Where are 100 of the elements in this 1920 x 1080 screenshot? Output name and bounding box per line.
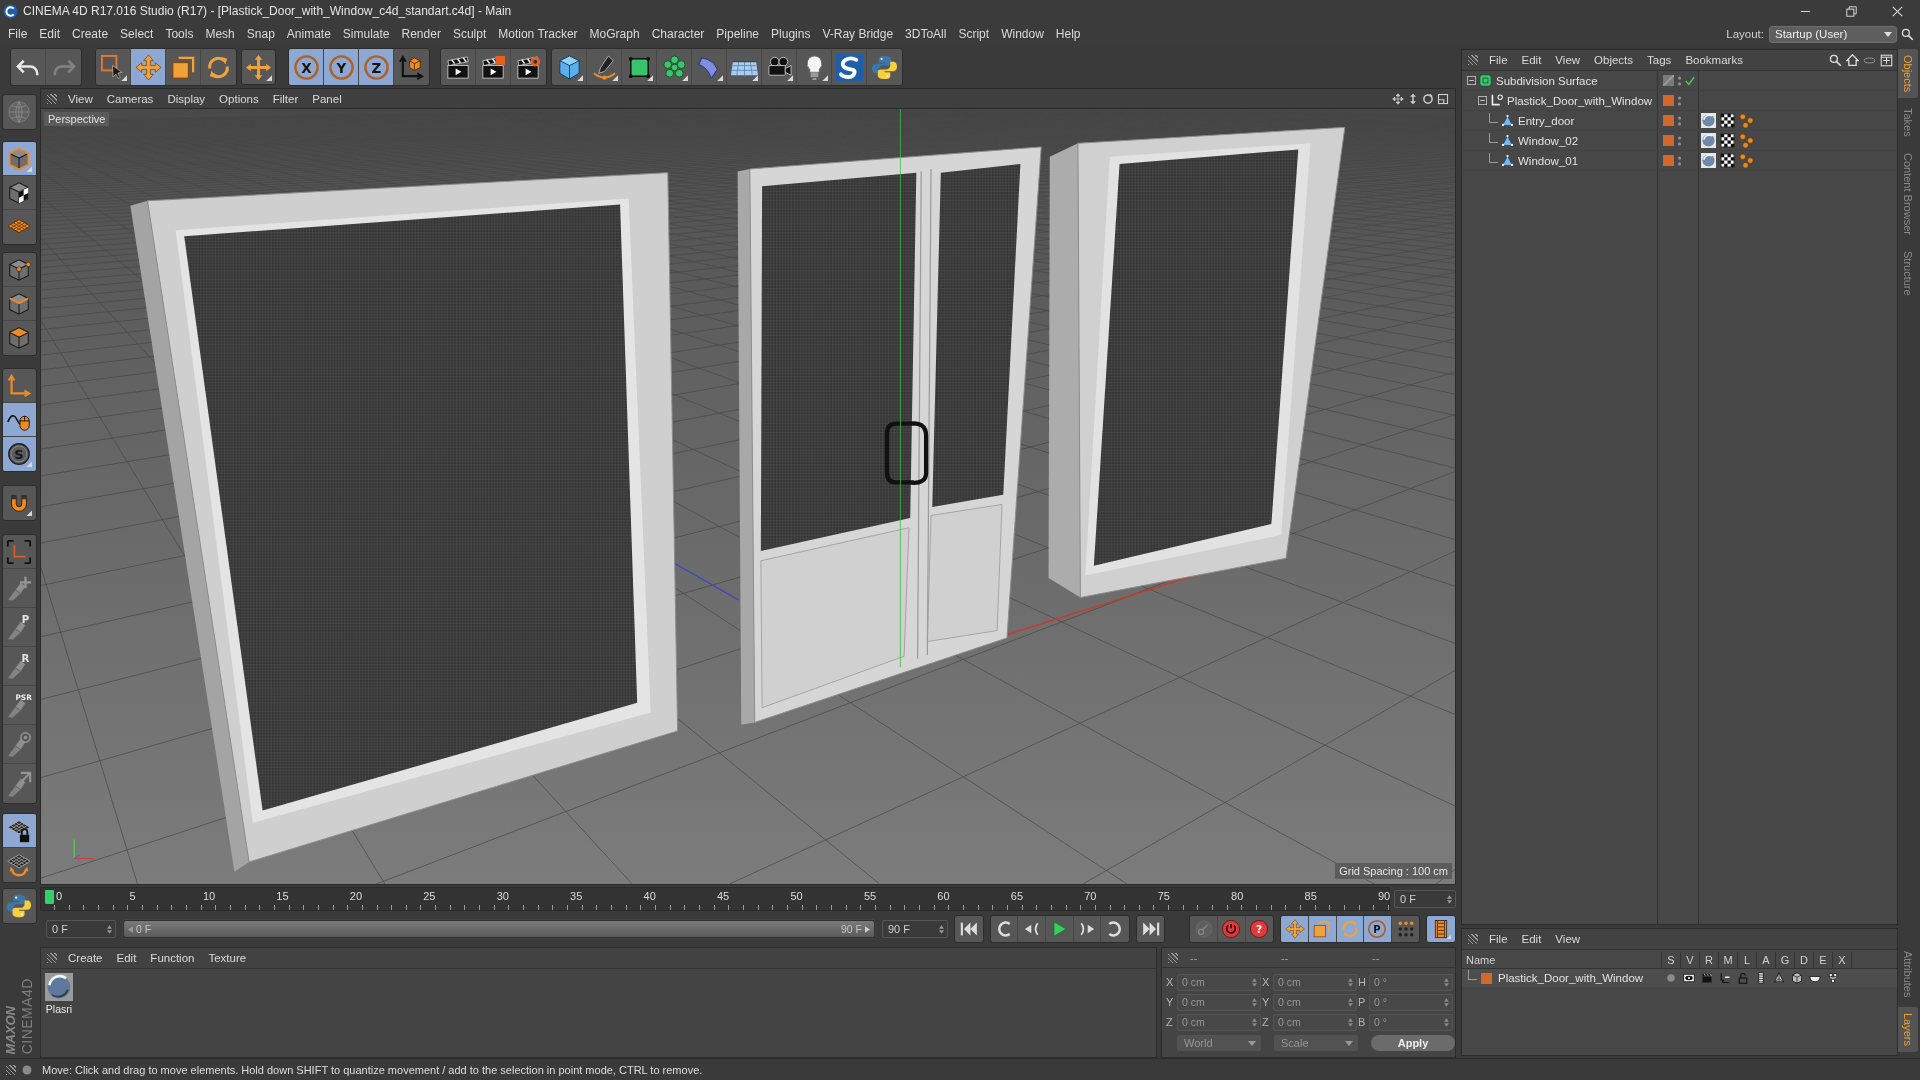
- column-header[interactable]: M: [1719, 952, 1738, 968]
- object-row[interactable]: Window_02: [1462, 131, 1897, 151]
- side-tab[interactable]: Layers: [1898, 1006, 1918, 1052]
- start-frame-field[interactable]: 0 F: [46, 920, 116, 938]
- spinner-icon[interactable]: [939, 924, 944, 934]
- column-header[interactable]: Name: [1462, 952, 1662, 968]
- menu-item[interactable]: Character: [645, 25, 711, 43]
- menu-item[interactable]: Select: [114, 25, 160, 43]
- visibility-dots-icon[interactable]: [1677, 74, 1682, 87]
- grip-icon[interactable]: [1468, 934, 1478, 944]
- menu-item[interactable]: Render: [395, 25, 447, 43]
- column-header[interactable]: E: [1814, 952, 1833, 968]
- door-model[interactable]: [737, 146, 1042, 725]
- column-header[interactable]: G: [1776, 952, 1795, 968]
- menu-item[interactable]: Function: [143, 950, 202, 966]
- menu-item[interactable]: File: [2, 25, 34, 43]
- menu-item[interactable]: Create: [66, 25, 115, 43]
- grip-icon[interactable]: [1168, 952, 1178, 963]
- menu-item[interactable]: Edit: [33, 25, 67, 43]
- three-dots-icon[interactable]: [1739, 133, 1754, 148]
- go-to-start-button[interactable]: [954, 915, 984, 943]
- menu-item[interactable]: Edit: [1514, 52, 1549, 68]
- column-header[interactable]: V: [1681, 952, 1700, 968]
- cube-icon[interactable]: [1791, 972, 1803, 984]
- timeline-ruler[interactable]: 0 5 10 15 20 25 30 35 40 45 50 55 60 65 70 75 80 85 90: [40, 887, 1390, 911]
- layer-color-icon[interactable]: [1663, 135, 1674, 146]
- lock-workplane-button[interactable]: [2, 814, 36, 848]
- solo-dot-icon[interactable]: [1665, 972, 1677, 984]
- menu-item[interactable]: View: [1548, 931, 1588, 947]
- layer-row[interactable]: Plastick_Door_with_Window: [1462, 969, 1897, 987]
- grip-icon[interactable]: [47, 93, 57, 104]
- playhead-marker[interactable]: [45, 890, 54, 904]
- key-scale-button[interactable]: [1308, 916, 1337, 942]
- object-row[interactable]: Subdivision Surface: [1462, 71, 1897, 91]
- collapse-toggle-icon[interactable]: [1467, 76, 1476, 85]
- menu-item[interactable]: Cameras: [99, 90, 161, 107]
- model-mode-button[interactable]: [2, 142, 36, 176]
- column-header[interactable]: S: [1662, 952, 1681, 968]
- python-button[interactable]: [1, 888, 37, 924]
- layer-color-icon[interactable]: [1663, 155, 1674, 166]
- menu-item[interactable]: Motion Tracker: [492, 25, 584, 43]
- menu-item[interactable]: Simulate: [336, 25, 396, 43]
- hierarchy-icon[interactable]: [1719, 972, 1731, 984]
- object-row[interactable]: Window_01: [1462, 151, 1897, 171]
- grip-icon[interactable]: [1468, 55, 1478, 65]
- window-model[interactable]: [1048, 126, 1346, 598]
- column-header[interactable]: R: [1700, 952, 1719, 968]
- menu-item[interactable]: Plugins: [765, 25, 817, 43]
- menu-item[interactable]: Script: [952, 25, 996, 43]
- menu-item[interactable]: Texture: [201, 950, 254, 966]
- spinner-icon[interactable]: [1447, 894, 1452, 904]
- layer-color-icon[interactable]: [1663, 115, 1674, 126]
- menu-item[interactable]: Create: [61, 950, 110, 966]
- menu-item[interactable]: Tags: [1640, 52, 1679, 68]
- menu-item[interactable]: Edit: [109, 950, 144, 966]
- clapperboard-icon[interactable]: [1701, 972, 1713, 984]
- arrow-right-icon[interactable]: [865, 925, 870, 933]
- layout-dropdown[interactable]: Startup (User): [1769, 25, 1897, 43]
- pyramid-icon[interactable]: [1773, 972, 1785, 984]
- three-dots-icon[interactable]: [1739, 153, 1754, 168]
- collapse-toggle-icon[interactable]: [1478, 96, 1487, 105]
- menu-item[interactable]: View: [61, 90, 100, 107]
- menu-item[interactable]: View: [1548, 52, 1588, 68]
- current-frame-field[interactable]: 0 F: [1394, 890, 1456, 908]
- menu-item[interactable]: File: [1482, 52, 1515, 68]
- house-icon[interactable]: [1846, 53, 1859, 67]
- checkerboard-icon[interactable]: [1720, 133, 1735, 148]
- maximize-icon[interactable]: [1437, 92, 1449, 105]
- visibility-dots-icon[interactable]: [1677, 94, 1682, 107]
- object-row[interactable]: Entry_door: [1462, 111, 1897, 131]
- orbit-icon[interactable]: [1422, 92, 1434, 105]
- menu-item[interactable]: Filter: [265, 90, 306, 107]
- menu-item[interactable]: Objects: [1587, 52, 1641, 68]
- menu-item[interactable]: Mesh: [199, 25, 241, 43]
- pan-arrows-icon[interactable]: [1392, 92, 1404, 105]
- column-header[interactable]: D: [1795, 952, 1814, 968]
- eye-icon[interactable]: [1683, 972, 1695, 984]
- timeline-button[interactable]: [1426, 915, 1456, 943]
- menu-item[interactable]: Snap: [240, 25, 281, 43]
- menu-item[interactable]: Tools: [159, 25, 200, 43]
- menu-item[interactable]: Window: [995, 25, 1050, 43]
- film-strip-icon[interactable]: [1755, 972, 1767, 984]
- menu-item[interactable]: Pipeline: [710, 25, 766, 43]
- key-rotation-button[interactable]: [1336, 916, 1365, 942]
- node-icon[interactable]: [1827, 972, 1839, 984]
- tweak-mode-button[interactable]: [2, 403, 36, 437]
- transform-button[interactable]: [241, 49, 276, 85]
- new-window-icon[interactable]: [1880, 53, 1893, 67]
- spinner-icon[interactable]: [107, 924, 112, 934]
- go-to-end-button[interactable]: [1135, 915, 1166, 943]
- visibility-dots-icon[interactable]: [1677, 134, 1682, 147]
- grip-icon[interactable]: [47, 953, 57, 963]
- menu-item[interactable]: Options: [212, 90, 266, 107]
- column-header[interactable]: A: [1757, 952, 1776, 968]
- snapping-button[interactable]: [1, 485, 37, 521]
- three-dots-icon[interactable]: [1739, 113, 1754, 128]
- menu-item[interactable]: Help: [1049, 25, 1087, 43]
- column-header[interactable]: L: [1738, 952, 1757, 968]
- menu-item[interactable]: Edit: [1514, 931, 1549, 947]
- end-frame-field[interactable]: 90 F: [882, 920, 948, 938]
